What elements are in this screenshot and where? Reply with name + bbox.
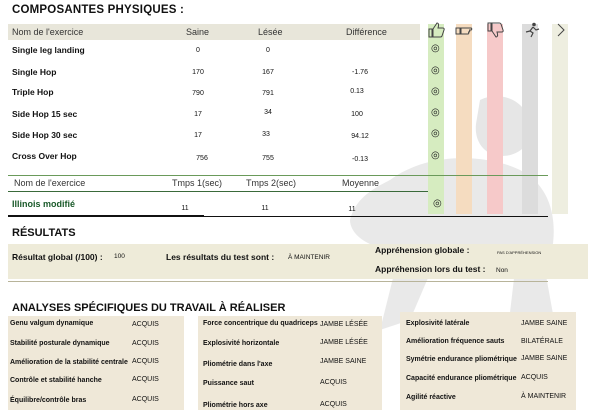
analysis-label: Amélioration de la stabilité centrale: [10, 359, 128, 366]
analysis-label: Amélioration fréquence sauts: [406, 338, 505, 345]
rating-marker-icon[interactable]: ◎: [431, 43, 440, 54]
analysis-value: JAMBE LÉSÉE: [320, 321, 368, 328]
global-result-label: Résultat global (/100) :: [12, 252, 103, 262]
rating-marker-icon[interactable]: ◎: [431, 65, 440, 76]
apprehension-test-label: Appréhension lors du test :: [375, 264, 486, 274]
divider: [8, 175, 548, 176]
runner-icon: [525, 22, 540, 38]
analysis-value: JAMBE SAINE: [521, 320, 568, 327]
analysis-value: JAMBE SAINE: [521, 355, 568, 362]
rating-column-runner: [522, 24, 538, 214]
time2-value: 11: [261, 205, 269, 212]
analysis-label: Agilité réactive: [406, 394, 456, 401]
difference-value: -1.76: [352, 69, 368, 76]
results-title: RÉSULTATS: [12, 227, 76, 239]
col-header-difference: Différence: [346, 27, 387, 37]
analysis-label: Équilibre/contrôle bras: [10, 397, 87, 404]
analysis-value: BILATÉRALE: [521, 338, 563, 345]
analysis-value: ACQUIS: [132, 340, 159, 347]
test-status-value: À MAINTENIR: [288, 254, 330, 261]
col-header-exercise-time: Nom de l'exercice: [14, 178, 86, 188]
thumbs-up-icon: [428, 22, 445, 38]
injured-value: 167: [262, 69, 274, 76]
rating-marker-icon[interactable]: ◎: [431, 128, 440, 139]
rating-column-medium: [456, 24, 472, 214]
injured-value: 791: [262, 90, 274, 97]
difference-value: 0.13: [350, 88, 364, 95]
rating-marker-icon[interactable]: ◎: [431, 150, 440, 161]
analysis-value: À MAINTENIR: [521, 393, 567, 400]
exercise-name: Triple Hop: [12, 87, 54, 97]
analyses-title: ANALYSES SPÉCIFIQUES DU TRAVAIL À RÉALIS…: [12, 302, 286, 314]
apprehension-global-value: PAS D'APPRÉHENSION: [497, 250, 542, 255]
healthy-value: 17: [194, 132, 202, 139]
divider: [8, 281, 548, 282]
analysis-value: JAMBE LÉSÉE: [320, 339, 368, 346]
divider: [8, 191, 428, 192]
healthy-value: 17: [194, 111, 202, 118]
healthy-value: 170: [192, 69, 204, 76]
healthy-value: 790: [192, 90, 204, 97]
col-header-injured: Lésée: [258, 27, 283, 37]
analysis-label: Contrôle et stabilité hanche: [10, 377, 102, 384]
difference-value: 94.12: [351, 133, 369, 140]
thumb-side-icon: [455, 27, 473, 35]
analysis-label: Explosivité horizontale: [203, 340, 280, 347]
underline-bar: [8, 215, 204, 217]
physical-components-title: COMPOSANTES PHYSIQUES :: [12, 4, 185, 16]
injured-value: 0: [266, 47, 270, 54]
analysis-value: ACQUIS: [132, 358, 159, 365]
analysis-label: Genu valgum dynamique: [10, 320, 94, 327]
col-header-time2: Tmps 2(sec): [246, 178, 297, 188]
mean-value: 11: [348, 206, 356, 213]
analysis-value: ACQUIS: [132, 321, 159, 328]
analysis-label: Stabilité posturale dynamique: [10, 340, 110, 347]
analysis-label: Symétrie endurance pliométrique: [406, 356, 517, 363]
chevron-right-icon: [557, 23, 565, 37]
exercise-name: Side Hop 30 sec: [12, 130, 78, 140]
rating-marker-icon[interactable]: ◎: [433, 198, 442, 209]
apprehension-test-value: Non: [496, 267, 508, 274]
healthy-value: 0: [196, 47, 200, 54]
col-header-time1: Tmps 1(sec): [172, 178, 223, 188]
rating-marker-icon[interactable]: ◎: [431, 86, 440, 97]
exercise-name: Cross Over Hop: [12, 151, 77, 161]
difference-value: 100: [351, 111, 363, 118]
difference-value: -0.13: [352, 156, 368, 163]
col-header-exercise: Nom de l'exercice: [12, 27, 84, 37]
col-header-mean: Moyenne: [342, 178, 380, 188]
thumbs-down-icon: [487, 22, 504, 38]
time1-value: 11: [181, 205, 189, 212]
exercise-name: Side Hop 15 sec: [12, 109, 78, 119]
analysis-label: Capacité endurance pliométrique: [406, 375, 517, 382]
rating-column-extra: [552, 24, 568, 214]
rating-column-bad: [487, 24, 503, 214]
analysis-label: Force concentrique du quadriceps: [203, 320, 318, 327]
analysis-value: ACQUIS: [521, 374, 548, 381]
analysis-label: Puissance saut: [203, 380, 254, 387]
injured-value: 33: [262, 131, 270, 138]
analysis-label: Explosivité latérale: [406, 320, 470, 327]
analysis-label: Pliométrie dans l'axe: [203, 361, 273, 368]
test-status-label: Les résultats du test sont :: [166, 252, 275, 262]
apprehension-global-label: Appréhension globale :: [375, 245, 470, 255]
analysis-value: ACQUIS: [132, 396, 159, 403]
col-header-healthy: Saine: [186, 27, 210, 37]
analysis-label: Pliométrie hors axe: [203, 402, 268, 409]
rating-marker-icon[interactable]: ◎: [431, 107, 440, 118]
global-result-value: 100: [114, 253, 125, 260]
injured-value: 755: [262, 155, 274, 162]
analysis-value: ACQUIS: [132, 376, 159, 383]
exercise-name-illinois: Illinois modifié: [12, 199, 76, 209]
analysis-value: ACQUIS: [320, 379, 347, 386]
exercise-name: Single leg landing: [12, 45, 85, 55]
injured-value: 34: [264, 109, 272, 116]
exercise-name: Single Hop: [12, 67, 57, 77]
analysis-value: ACQUIS: [320, 401, 347, 408]
divider: [204, 216, 548, 217]
healthy-value: 756: [196, 155, 208, 162]
analysis-value: JAMBE SAINE: [320, 358, 367, 365]
